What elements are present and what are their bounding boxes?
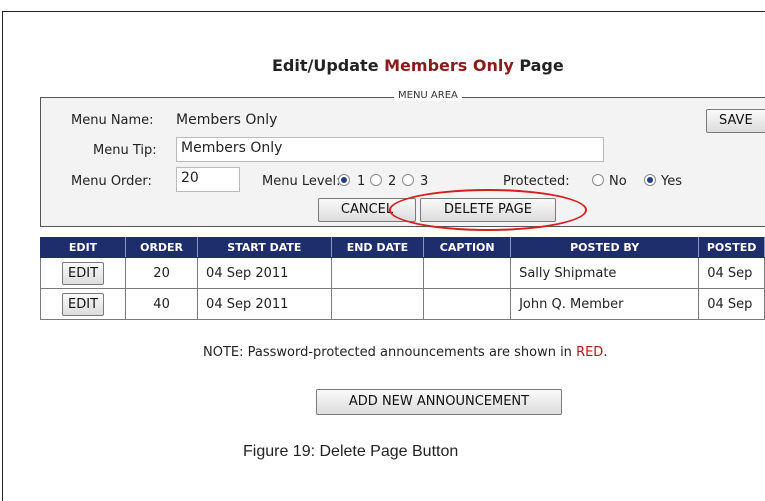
table-header-row: EDIT ORDER START DATE END DATE CAPTION P… (39, 237, 765, 258)
note-suffix: . (603, 345, 608, 360)
edit-button[interactable]: EDIT (62, 261, 105, 285)
row-caption (423, 288, 512, 320)
row-edit-cell: EDIT (39, 288, 127, 320)
row-posted: 04 Sep (698, 288, 765, 320)
header-caption: CAPTION (423, 237, 512, 258)
protected-label: Protected: (503, 174, 570, 189)
row-end-date (330, 257, 425, 289)
row-start-date: 04 Sep 2011 (197, 257, 332, 289)
menu-area-legend: MENU AREA (394, 90, 462, 101)
menu-name-value: Members Only (176, 112, 278, 128)
title-suffix: Page (513, 56, 564, 75)
protected-option-no: No (609, 174, 627, 189)
menu-tip-input[interactable]: Members Only (176, 137, 604, 162)
edit-button[interactable]: EDIT (62, 292, 105, 316)
row-edit-cell: EDIT (39, 257, 127, 289)
menu-level-radio-1[interactable] (338, 174, 350, 186)
menu-level-option-2: 2 (388, 174, 397, 189)
note-prefix: NOTE: Password-protected announcements a… (203, 345, 577, 360)
row-posted-by: Sally Shipmate (510, 257, 700, 289)
menu-order-input[interactable]: 20 (176, 167, 240, 192)
menu-level-option-3: 3 (420, 174, 429, 189)
menu-order-label: Menu Order: (71, 174, 152, 189)
header-order: ORDER (125, 237, 199, 258)
note-red-word: RED (576, 345, 604, 360)
row-posted: 04 Sep (698, 257, 765, 289)
row-end-date (330, 288, 425, 320)
delete-highlight-ellipse (389, 189, 587, 231)
title-prefix: Edit/Update (272, 56, 385, 75)
menu-level-radio-3[interactable] (402, 174, 414, 186)
menu-level-radio-2[interactable] (370, 174, 382, 186)
protected-option-yes: Yes (661, 174, 682, 189)
menu-level-label: Menu Level: (262, 174, 341, 189)
announcements-table: EDIT ORDER START DATE END DATE CAPTION P… (39, 237, 765, 320)
add-new-announcement-button[interactable]: ADD NEW ANNOUNCEMENT (316, 389, 562, 415)
row-start-date: 04 Sep 2011 (197, 288, 332, 320)
figure-caption: Figure 19: Delete Page Button (243, 443, 459, 460)
table-row: EDIT 20 04 Sep 2011 Sally Shipmate 04 Se… (39, 257, 765, 289)
protected-radio-yes[interactable] (644, 174, 656, 186)
row-order: 40 (125, 288, 199, 320)
row-posted-by: John Q. Member (510, 288, 700, 320)
password-note: NOTE: Password-protected announcements a… (203, 345, 607, 360)
row-order: 20 (125, 257, 199, 289)
save-button[interactable]: SAVE (706, 109, 765, 133)
header-edit: EDIT (39, 237, 127, 258)
page-title: Edit/Update Members Only Page (272, 56, 564, 75)
title-accent: Members Only (384, 56, 514, 75)
header-posted: POSTED (698, 237, 765, 258)
table-row: EDIT 40 04 Sep 2011 John Q. Member 04 Se… (39, 288, 765, 320)
row-caption (423, 257, 512, 289)
header-posted-by: POSTED BY (510, 237, 700, 258)
menu-name-label: Menu Name: (71, 113, 154, 128)
menu-tip-label: Menu Tip: (93, 143, 157, 158)
header-end-date: END DATE (330, 237, 425, 258)
protected-radio-no[interactable] (592, 174, 604, 186)
menu-level-option-1: 1 (357, 174, 366, 189)
header-start-date: START DATE (197, 237, 332, 258)
